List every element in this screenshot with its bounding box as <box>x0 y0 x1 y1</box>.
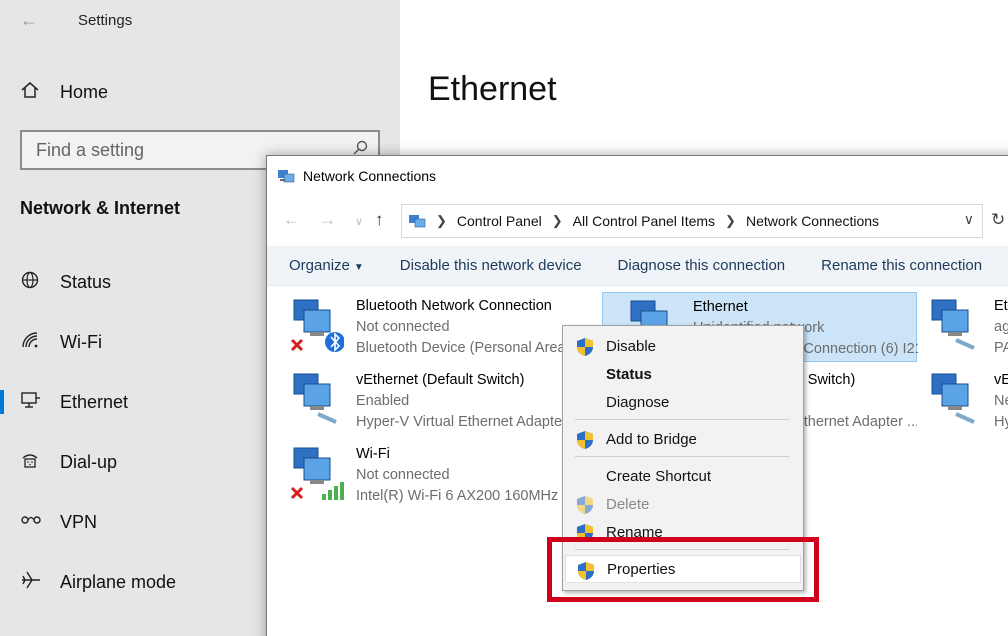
menu-item-disable[interactable]: Disable <box>565 332 801 360</box>
network-folder-icon <box>409 215 426 228</box>
app-title: Settings <box>78 12 133 29</box>
connection-text: Wi-Fi Not connected Intel(R) Wi-Fi 6 AX2… <box>356 444 581 507</box>
diagnose-connection-button[interactable]: Diagnose this connection <box>618 257 786 274</box>
connection-vethernet-default[interactable]: vEthernet (Default Switch) Enabled Hyper… <box>266 366 581 436</box>
airplane-icon <box>0 570 60 595</box>
wifi-icon <box>0 330 60 355</box>
chevron-right-icon: ❯ <box>551 213 563 228</box>
organize-button[interactable]: Organize ▼ <box>289 257 364 274</box>
nav-dialup-label: Dial-up <box>60 451 118 472</box>
nav-ethernet-label: Ethernet <box>60 391 129 412</box>
network-adapter-icon <box>931 299 975 350</box>
connection-status: ag <box>994 319 1008 335</box>
back-arrow-icon[interactable]: ← <box>283 210 300 230</box>
address-bar[interactable]: ❯ Control Panel ❯ All Control Panel Item… <box>401 204 983 238</box>
connection-name: Eth <box>994 298 1008 314</box>
nav-home-label: Home <box>60 81 109 102</box>
ethernet-icon <box>0 390 60 415</box>
menu-item-status[interactable]: Status <box>565 360 801 388</box>
breadcrumb-control-panel[interactable]: Control Panel <box>457 213 542 229</box>
nav-status-label: Status <box>60 271 112 292</box>
menu-item-label: Create Shortcut <box>606 467 712 485</box>
menu-item-label: Disable <box>606 337 657 355</box>
connection-name: Wi-Fi <box>356 446 390 462</box>
chevron-right-icon: ❯ <box>725 213 736 228</box>
connection-status: Not connected <box>356 467 450 483</box>
connection-name: vE <box>994 372 1008 388</box>
nav-wifi-label: Wi-Fi <box>60 331 102 352</box>
up-arrow-icon[interactable]: ↑ <box>375 210 384 230</box>
connection-text: Bluetooth Network Connection Not connect… <box>356 296 581 359</box>
rename-connection-button[interactable]: Rename this connection <box>821 257 982 274</box>
menu-item-label: Status <box>606 365 652 383</box>
network-adapter-icon <box>931 373 975 424</box>
connection-device: Hy <box>994 414 1008 430</box>
connection-eth-partial[interactable]: Eth ag PA <box>904 292 1008 362</box>
uac-shield-icon <box>577 338 593 356</box>
connection-status: Ne <box>994 393 1008 409</box>
forward-arrow-icon[interactable]: → <box>319 210 336 230</box>
connection-name: Bluetooth Network Connection <box>356 298 552 314</box>
title-bar[interactable]: Network Connections <box>267 156 1008 196</box>
address-row: ← → ∨ ↑ ❯ Control Panel ❯ All Control Pa… <box>267 202 1008 238</box>
menu-item-delete: Delete <box>565 490 801 518</box>
disable-device-button[interactable]: Disable this network device <box>400 257 582 274</box>
menu-item-diagnose[interactable]: Diagnose <box>565 388 801 416</box>
nav-home[interactable]: Home <box>0 72 400 112</box>
connection-text: vE Ne Hy <box>994 370 1008 433</box>
wifi-adapter-disconnected-icon <box>290 447 344 500</box>
network-adapter-disconnected-icon <box>290 299 344 352</box>
network-adapter-icon <box>293 373 337 424</box>
organize-label: Organize <box>289 257 350 274</box>
recent-dropdown-icon[interactable]: ∨ <box>355 215 363 228</box>
home-icon <box>0 80 60 105</box>
menu-item-label: Delete <box>606 495 650 513</box>
nav-vpn-label: VPN <box>60 511 98 532</box>
window-title: Network Connections <box>303 168 437 184</box>
back-arrow-icon[interactable]: ← <box>20 10 38 31</box>
menu-item-add-to-bridge[interactable]: Add to Bridge <box>565 425 801 453</box>
menu-separator <box>575 456 789 457</box>
uac-shield-icon <box>577 431 593 449</box>
connection-name: Ethernet <box>693 299 748 315</box>
vpn-icon <box>0 510 60 535</box>
menu-item-label: Diagnose <box>606 393 670 411</box>
connection-name: vEthernet (Default Switch) <box>356 372 525 388</box>
connection-status: Not connected <box>356 319 450 335</box>
connection-ve-partial[interactable]: vE Ne Hy <box>904 366 1008 436</box>
page-title: Ethernet <box>428 70 557 108</box>
menu-item-create-shortcut[interactable]: Create Shortcut <box>565 462 801 490</box>
breadcrumb-network-connections[interactable]: Network Connections <box>746 213 879 229</box>
command-bar: Organize ▼ Disable this network device Di… <box>267 246 1008 286</box>
menu-item-label: Add to Bridge <box>606 430 697 448</box>
connection-text: vEthernet (Default Switch) Enabled Hyper… <box>356 370 581 433</box>
highlight-box <box>547 537 819 602</box>
chevron-down-icon[interactable]: ∨ <box>964 211 974 228</box>
connection-status: Enabled <box>356 393 410 409</box>
connection-device: Bluetooth Device (Personal Area Network) <box>356 340 581 356</box>
uac-shield-icon <box>577 496 593 514</box>
connection-text: Eth ag PA <box>994 296 1008 359</box>
connection-wifi[interactable]: Wi-Fi Not connected Intel(R) Wi-Fi 6 AX2… <box>266 440 581 510</box>
dialup-icon <box>0 450 60 475</box>
chevron-right-icon: ❯ <box>436 213 447 228</box>
menu-separator <box>575 419 789 420</box>
caret-down-icon: ▼ <box>353 262 364 273</box>
network-folder-icon <box>278 170 295 183</box>
connection-device: PA <box>994 340 1008 356</box>
connection-bluetooth[interactable]: Bluetooth Network Connection Not connect… <box>266 292 581 362</box>
breadcrumb-all-items[interactable]: All Control Panel Items <box>573 213 715 229</box>
connection-device: Intel(R) Wi-Fi 6 AX200 160MHz <box>356 488 559 504</box>
nav-airplane-label: Airplane mode <box>60 571 177 592</box>
section-heading: Network & Internet <box>20 198 181 218</box>
connection-device: Hyper-V Virtual Ethernet Adapter <box>356 414 567 430</box>
globe-icon <box>0 270 60 295</box>
refresh-icon[interactable]: ↻ <box>991 210 1005 230</box>
